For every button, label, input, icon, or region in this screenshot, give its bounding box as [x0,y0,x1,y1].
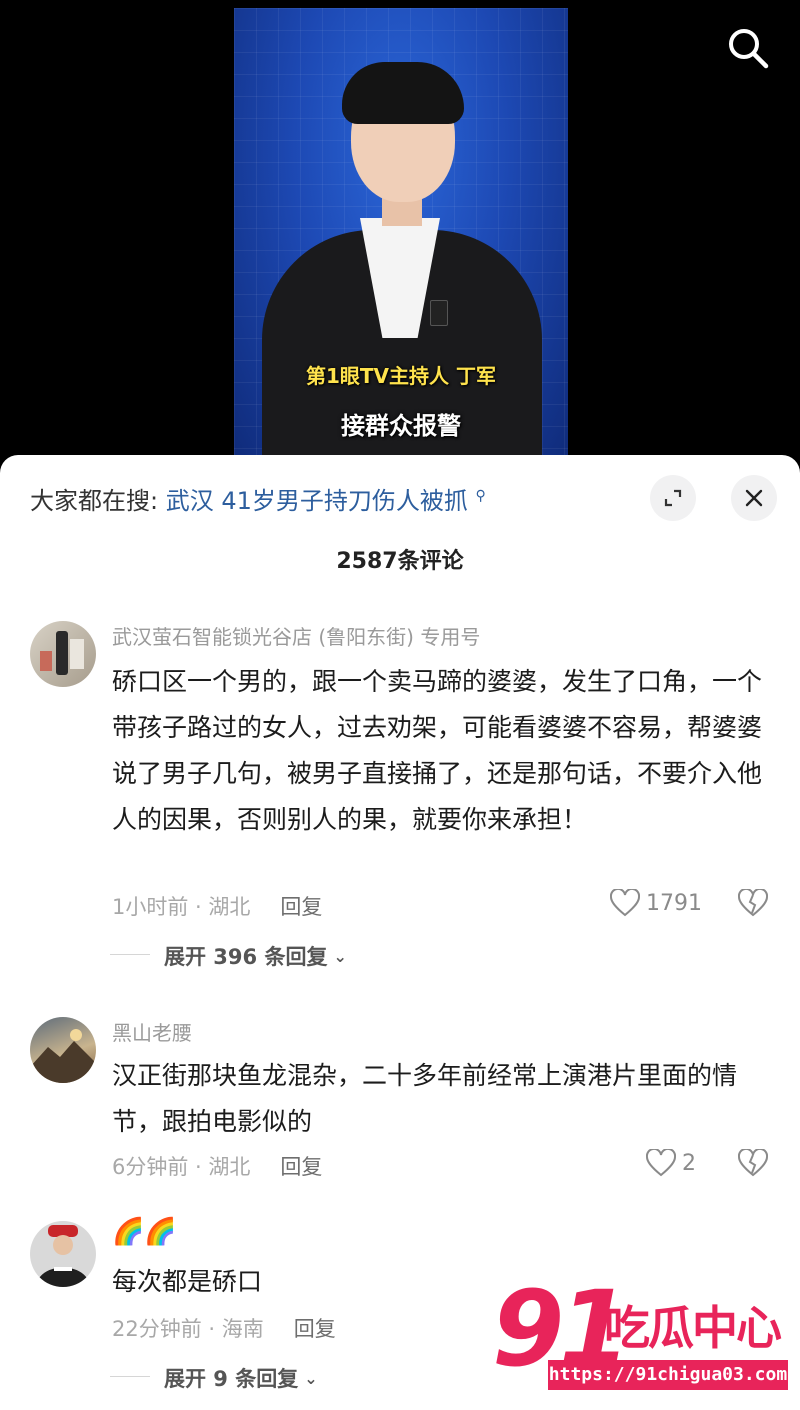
reply-divider-line [110,954,150,955]
close-icon [745,489,763,507]
sheet-header: 大家都在搜: 武汉 41岁男子持刀伤人被抓 ⚲ 2587条评论 [0,455,800,574]
avatar[interactable] [30,1017,96,1083]
avatar[interactable] [30,621,96,687]
reply-button[interactable]: 回复 [280,1155,322,1179]
trending-search-link[interactable]: 大家都在搜: 武汉 41岁男子持刀伤人被抓 ⚲ [30,481,486,516]
reply-button[interactable]: 回复 [294,1317,336,1341]
search-button[interactable] [724,24,772,72]
like-button[interactable]: 1791 [610,889,702,917]
avatar-image [36,1225,90,1287]
comment-username[interactable]: 🌈🌈 [112,1217,177,1247]
comment-time-location: 22分钟前 · 海南 [112,1317,264,1341]
chevron-down-icon: ⌄ [304,1368,318,1388]
like-count: 2 [682,1150,696,1176]
watermark-name: 吃瓜中心 [604,1301,782,1355]
avatar[interactable] [30,1221,96,1287]
reply-divider-line [110,1376,150,1377]
watermark-logo: 91 吃瓜中心 https://91chigua03.com [492,1268,792,1400]
comment-text: 汉正街那块鱼龙混杂，二十多年前经常上演港片里面的情节，跟拍电影似的 [112,1061,738,1136]
comment-time-location: 6分钟前 · 湖北 [112,1155,251,1179]
watermark-url: https://91chigua03.com [548,1360,788,1390]
expand-replies-button[interactable]: 展开 396 条回复 ⌄ [110,941,347,971]
dislike-button[interactable] [737,1147,769,1181]
expand-sheet-button[interactable] [650,475,696,521]
like-count: 1791 [646,890,702,916]
trending-search-keyword[interactable]: 武汉 41岁男子持刀伤人被抓 [166,487,468,515]
comment-username[interactable]: 黑山老腰 [112,1017,192,1046]
video-frame[interactable]: 第1眼TV主持人 丁军 接群众报警 [234,8,568,470]
heart-icon [646,1149,676,1177]
comment-meta: 1小时前 · 湖北 回复 [112,891,322,921]
close-button[interactable] [731,475,777,521]
chevron-down-icon: ⌄ [333,946,347,966]
comment-username[interactable]: 武汉萤石智能锁光谷店 (鲁阳东街) 专用号 [112,621,480,650]
like-button[interactable]: 2 [646,1149,696,1177]
dislike-heart-icon [737,1147,769,1177]
avatar-image [30,1029,96,1083]
video-caption-host: 第1眼TV主持人 丁军 [306,364,496,388]
expand-replies-label: 展开 396 条回复 [164,945,328,969]
anchor-hair [342,62,464,124]
mini-search-icon: ⚲ [475,488,486,504]
expand-replies-button[interactable]: 展开 9 条回复 ⌄ [110,1363,318,1393]
heart-icon [610,889,640,917]
comment-sheet: 大家都在搜: 武汉 41岁男子持刀伤人被抓 ⚲ 2587条评论 武汉萤石智能锁光… [0,455,800,1410]
lapel-mic [430,300,448,326]
avatar-image [40,631,84,675]
expand-icon [664,489,682,507]
comment-meta: 6分钟前 · 湖北 回复 [112,1151,322,1181]
video-caption-subtitle: 接群众报警 [341,412,461,440]
comment-count-title: 2587条评论 [336,549,464,574]
comment-text: 硚口区一个男的，跟一个卖马蹄的婆婆，发生了口角，一个带孩子路过的女人，过去劝架，… [112,667,763,834]
comment-item: 黑山老腰 汉正街那块鱼龙混杂，二十多年前经常上演港片里面的情节，跟拍电影似的 6… [0,1013,800,1193]
dislike-button[interactable] [737,887,769,921]
search-icon [729,29,769,69]
dislike-heart-icon [737,887,769,917]
trending-search-prefix: 大家都在搜: [30,487,159,515]
video-player[interactable]: 第1眼TV主持人 丁军 接群众报警 [0,0,800,470]
reply-button[interactable]: 回复 [280,895,322,919]
expand-replies-label: 展开 9 条回复 [164,1367,299,1391]
comment-item: 武汉萤石智能锁光谷店 (鲁阳东街) 专用号 硚口区一个男的，跟一个卖马蹄的婆婆，… [0,615,800,969]
comment-time-location: 1小时前 · 湖北 [112,895,251,919]
comment-meta: 22分钟前 · 海南 回复 [112,1313,336,1343]
